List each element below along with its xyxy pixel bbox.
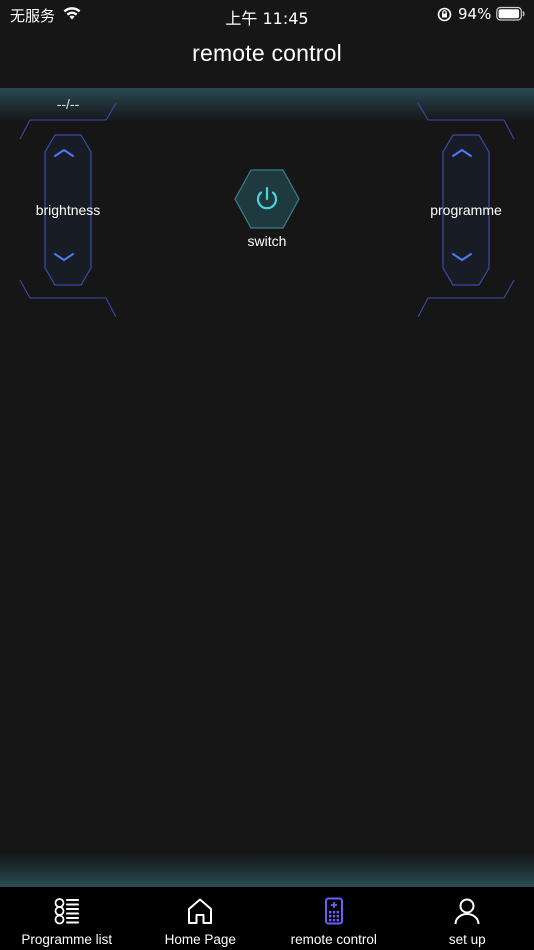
timer-display: --/-- [56, 96, 80, 112]
brightness-up-button[interactable] [53, 148, 83, 168]
chevron-up-icon [452, 149, 472, 157]
programme-list-icon [53, 897, 81, 930]
programme-up-button[interactable] [451, 148, 481, 168]
tab-label: remote control [290, 932, 377, 947]
programme-label: programme [430, 202, 502, 218]
tab-programme-list[interactable]: Programme list [0, 887, 134, 950]
brightness-label: brightness [35, 202, 101, 218]
bottom-glow-band [0, 852, 534, 887]
tab-label: set up [448, 932, 486, 947]
tab-remote-control[interactable]: remote control [267, 887, 401, 950]
tab-home-page[interactable]: Home Page [134, 887, 268, 950]
switch-label: switch [247, 233, 287, 249]
programme-down-button[interactable] [451, 252, 481, 272]
power-switch-button[interactable] [234, 169, 300, 229]
remote-control-icon [320, 897, 348, 930]
tab-bar: Programme list Home Page remote control … [0, 887, 534, 950]
user-icon [453, 897, 481, 930]
tab-set-up[interactable]: set up [401, 887, 534, 950]
home-icon [186, 897, 214, 930]
chevron-down-icon [54, 253, 74, 261]
tab-label: Programme list [21, 932, 113, 947]
brightness-down-button[interactable] [53, 252, 83, 272]
tab-label: Home Page [164, 932, 236, 947]
chevron-down-icon [452, 253, 472, 261]
chevron-up-icon [54, 149, 74, 157]
